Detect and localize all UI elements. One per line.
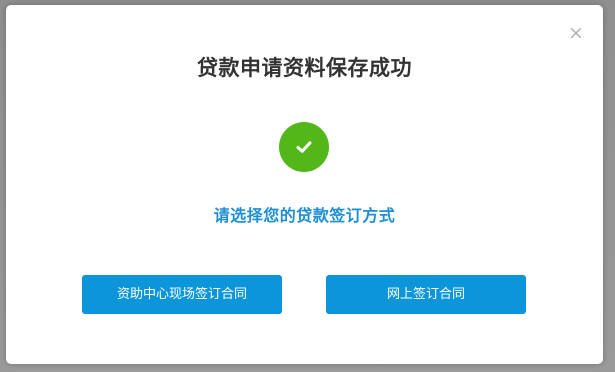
sign-method-dialog: × 贷款申请资料保存成功 请选择您的贷款签订方式 资助中心现场签订合同 网上签订… [6, 5, 603, 364]
sign-method-prompt: 请选择您的贷款签订方式 [213, 206, 396, 225]
onsite-sign-button-label: 资助中心现场签订合同 [116, 287, 247, 302]
checkmark-icon [296, 141, 312, 153]
dialog-title: 贷款申请资料保存成功 [197, 56, 412, 80]
onsite-sign-button[interactable]: 资助中心现场签订合同 [82, 275, 282, 314]
online-sign-button[interactable]: 网上签订合同 [326, 275, 526, 314]
close-button[interactable]: × [568, 22, 584, 44]
online-sign-button-label: 网上签订合同 [386, 287, 465, 302]
close-icon: × [568, 22, 584, 44]
check-circle-icon [279, 122, 329, 172]
